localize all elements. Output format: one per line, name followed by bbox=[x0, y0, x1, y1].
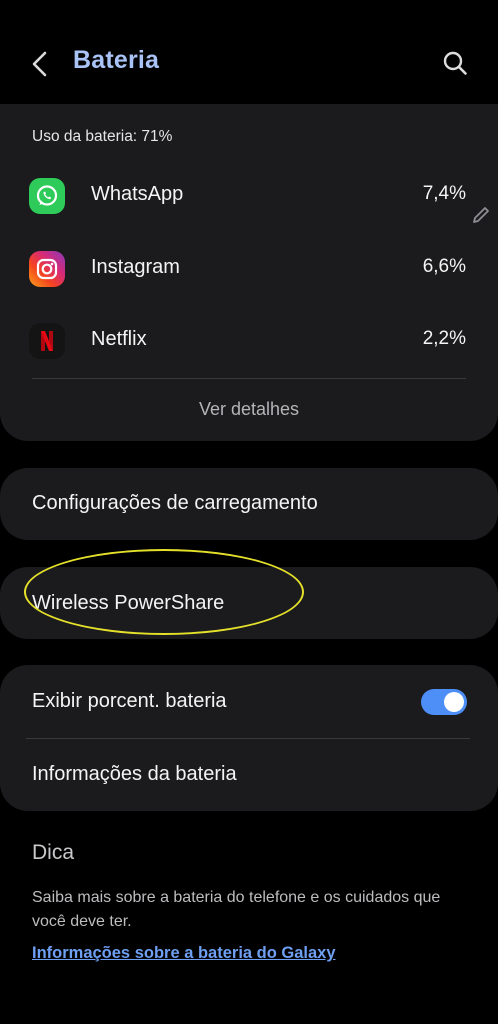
show-percent-toggle[interactable] bbox=[421, 689, 467, 715]
search-button[interactable] bbox=[438, 46, 472, 80]
chevron-left-icon bbox=[32, 51, 47, 77]
app-usage-row-whatsapp[interactable]: WhatsApp 7,4% bbox=[0, 168, 498, 224]
charging-settings-label: Configurações de carregamento bbox=[32, 492, 318, 514]
back-button[interactable] bbox=[22, 44, 58, 84]
divider bbox=[26, 738, 470, 739]
app-name: WhatsApp bbox=[91, 183, 184, 205]
app-usage-row-instagram[interactable]: Instagram 6,6% bbox=[0, 241, 498, 297]
show-percent-label: Exibir porcent. bateria bbox=[32, 690, 227, 712]
netflix-icon bbox=[29, 323, 65, 359]
whatsapp-icon bbox=[29, 178, 65, 214]
tip-text: Saiba mais sobre a bateria do telefone e… bbox=[32, 889, 441, 930]
app-name: Netflix bbox=[91, 328, 147, 350]
battery-info-button[interactable]: Informações da bateria bbox=[32, 763, 237, 786]
battery-screen: Bateria Uso da bateria: 71% WhatsApp 7,4… bbox=[0, 0, 498, 1024]
app-percent: 6,6% bbox=[422, 256, 466, 277]
galaxy-battery-info-link[interactable]: Informações sobre a bateria do Galaxy bbox=[32, 944, 336, 963]
divider bbox=[32, 378, 466, 379]
instagram-icon bbox=[29, 251, 65, 287]
search-icon bbox=[443, 51, 467, 75]
app-percent: 2,2% bbox=[422, 328, 466, 349]
app-usage-row-netflix[interactable]: Netflix 2,2% bbox=[0, 313, 498, 369]
toggle-knob bbox=[444, 692, 464, 712]
view-details-button[interactable]: Ver detalhes bbox=[0, 399, 498, 420]
battery-usage-label: Uso da bateria: 71% bbox=[32, 128, 173, 145]
app-percent: 7,4% bbox=[422, 183, 466, 204]
app-bar: Bateria bbox=[0, 0, 498, 104]
app-name: Instagram bbox=[91, 256, 180, 278]
tip-title: Dica bbox=[32, 841, 75, 864]
wireless-powershare-label: Wireless PowerShare bbox=[32, 592, 225, 614]
pencil-icon[interactable] bbox=[470, 204, 492, 226]
page-title: Bateria bbox=[73, 46, 160, 74]
